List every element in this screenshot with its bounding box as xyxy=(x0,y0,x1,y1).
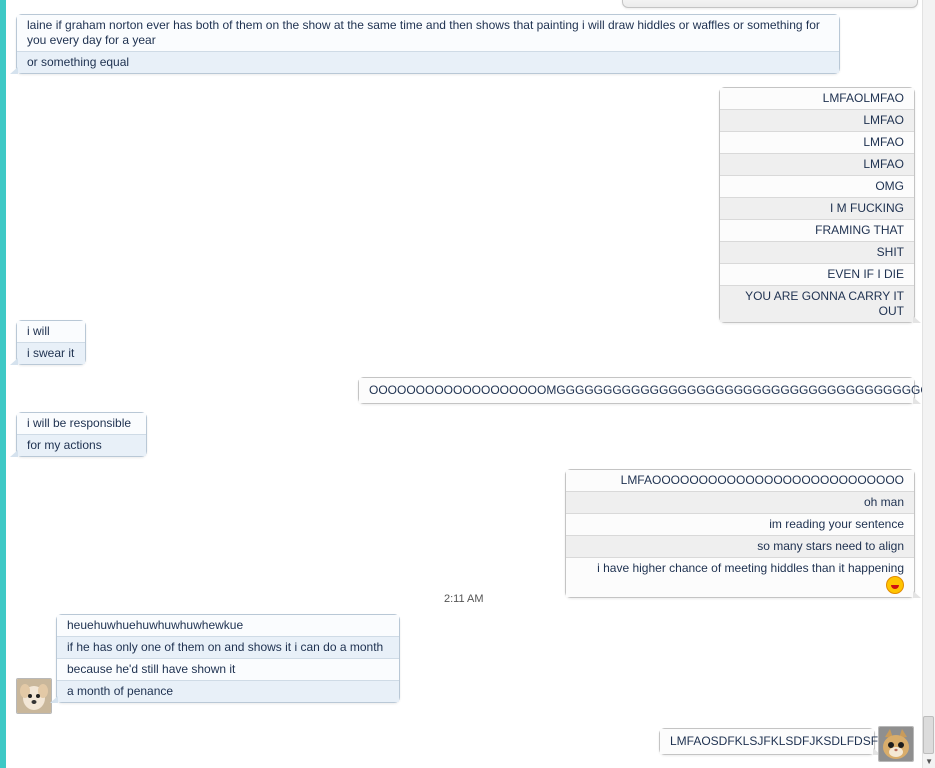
message-line: OMG xyxy=(720,175,914,197)
message-line: YOU ARE GONNA CARRY IT OUT xyxy=(720,285,914,322)
message-line: because he'd still have shown it xyxy=(57,658,399,680)
message-line: heuehuwhuehuwhuwhuwhewkue xyxy=(57,615,399,636)
message-bubble-sent: LMFAOOOOOOOOOOOOOOOOOOOOOOOOOOO oh man i… xyxy=(565,469,921,598)
scrollbar-thumb[interactable] xyxy=(923,716,934,754)
message-line: LMFAO xyxy=(720,131,914,153)
message-line: I M FUCKING xyxy=(720,197,914,219)
message-bubble-sent: LMFAOSDFKLSJFKLSDFJKSDLFDSFDD xyxy=(659,728,895,755)
message-line: SHIT xyxy=(720,241,914,263)
puppy-avatar-icon[interactable] xyxy=(16,678,52,714)
message-line: i swear it xyxy=(17,342,85,364)
message-line: FRAMING THAT xyxy=(720,219,914,241)
message-bubble-partial xyxy=(622,0,918,8)
message-bubble-received: heuehuwhuehuwhuwhuwhewkue if he has only… xyxy=(50,614,400,703)
message-line: OOOOOOOOOOOOOOOOOOOMGGGGGGGGGGGGGGGGGGGG… xyxy=(359,378,935,403)
message-line: i will be responsible xyxy=(17,413,146,434)
cat-avatar-icon[interactable] xyxy=(878,726,914,762)
left-accent-bar xyxy=(0,0,6,768)
message-line: laine if graham norton ever has both of … xyxy=(17,15,839,51)
message-line: LMFAOOOOOOOOOOOOOOOOOOOOOOOOOOO xyxy=(566,470,914,491)
message-line: im reading your sentence xyxy=(566,513,914,535)
message-line: i will xyxy=(17,321,85,342)
message-line: oh man xyxy=(566,491,914,513)
message-bubble-sent: LMFAOLMFAO LMFAO LMFAO LMFAO OMG I M FUC… xyxy=(719,87,921,323)
scroll-down-arrow-icon[interactable]: ▼ xyxy=(925,757,933,766)
message-line-with-emoji: i have higher chance of meeting hiddles … xyxy=(566,557,914,597)
message-bubble-received: i will i swear it xyxy=(10,320,86,365)
timestamp: 2:11 AM xyxy=(444,593,484,605)
message-line: LMFAOLMFAO xyxy=(720,88,914,109)
message-line: a month of penance xyxy=(57,680,399,702)
message-bubble-sent: OOOOOOOOOOOOOOOOOOOMGGGGGGGGGGGGGGGGGGGG… xyxy=(358,377,935,404)
message-line: or something equal xyxy=(17,51,839,73)
message-line: if he has only one of them on and shows … xyxy=(57,636,399,658)
message-line: EVEN IF I DIE xyxy=(720,263,914,285)
message-line: i have higher chance of meeting hiddles … xyxy=(597,561,904,575)
message-line: LMFAO xyxy=(720,109,914,131)
message-bubble-received: i will be responsible for my actions xyxy=(10,412,147,457)
message-bubble-received: laine if graham norton ever has both of … xyxy=(10,14,840,74)
tongue-out-emoji-icon xyxy=(886,576,904,594)
message-line: LMFAOSDFKLSJFKLSDFJKSDLFDSFDD xyxy=(660,729,895,754)
vertical-scrollbar[interactable]: ▼ xyxy=(922,0,935,768)
message-line: LMFAO xyxy=(720,153,914,175)
message-line: so many stars need to align xyxy=(566,535,914,557)
message-line: for my actions xyxy=(17,434,146,456)
